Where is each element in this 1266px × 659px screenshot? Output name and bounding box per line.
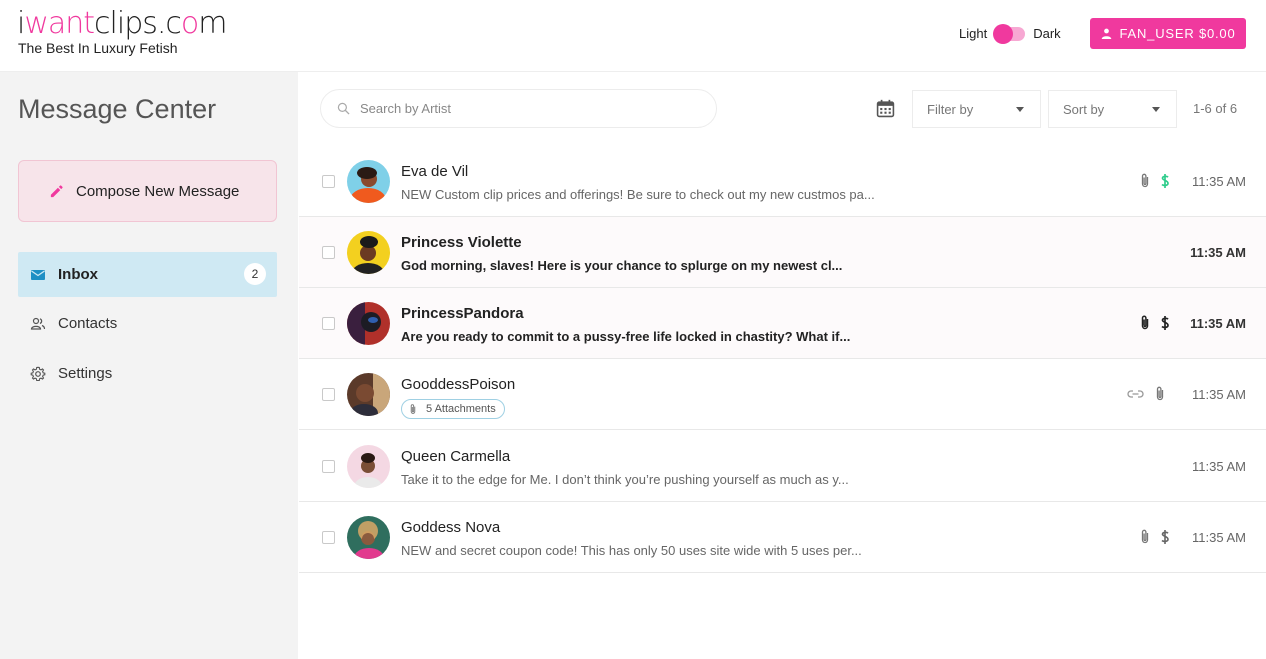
avatar [347, 302, 390, 345]
search-bar [320, 89, 717, 128]
theme-toggle: Light Dark [959, 23, 1061, 44]
row-checkbox[interactable] [322, 388, 335, 401]
dollar-icon [1161, 316, 1169, 330]
paperclip-icon [1141, 529, 1149, 544]
paperclip-icon [1156, 386, 1164, 401]
message-time: 11:35 AM [1192, 530, 1246, 545]
message-time: 11:35 AM [1190, 316, 1246, 331]
row-checkbox[interactable] [322, 460, 335, 473]
message-row[interactable]: Eva de Vil NEW Custom clip prices and of… [299, 146, 1266, 217]
filter-dropdown[interactable]: Filter by [912, 90, 1041, 128]
avatar [347, 445, 390, 488]
message-sender: Eva de Vil [401, 163, 469, 180]
message-row[interactable]: PrincessPandora Are you ready to commit … [299, 288, 1266, 359]
contacts-label: Contacts [58, 315, 118, 332]
avatar [347, 160, 390, 203]
theme-dark-label: Dark [1033, 26, 1061, 41]
compose-label: Compose New Message [76, 182, 240, 200]
calendar-icon[interactable] [876, 99, 895, 118]
attachments-chip[interactable]: 5 Attachments [401, 399, 505, 419]
row-checkbox[interactable] [322, 531, 335, 544]
theme-light-label: Light [959, 26, 988, 41]
message-time: 11:35 AM [1190, 245, 1246, 260]
sidebar-item-settings[interactable]: Settings [18, 351, 277, 396]
message-sender: PrincessPandora [401, 305, 524, 322]
settings-label: Settings [58, 365, 113, 382]
mail-icon [31, 269, 45, 280]
user-icon [1101, 28, 1111, 39]
paperclip-icon [1141, 315, 1149, 330]
theme-switch[interactable] [993, 23, 1026, 44]
user-account-button[interactable]: FAN_USER $0.00 [1090, 18, 1246, 49]
row-checkbox[interactable] [322, 246, 335, 259]
logo-want: want [24, 6, 95, 41]
avatar [347, 231, 390, 274]
avatar [347, 373, 390, 416]
pencil-icon [50, 184, 63, 197]
pagination-range: 1-6 of 6 [1193, 101, 1238, 116]
logo-letter-m: m [198, 6, 227, 41]
theme-switch-knob[interactable] [993, 23, 1014, 44]
dollar-icon [1161, 530, 1169, 544]
row-checkbox[interactable] [322, 175, 335, 188]
message-preview: NEW and secret coupon code! This has onl… [401, 543, 862, 558]
message-sender: GooddessPoison [401, 376, 516, 393]
message-sender: Princess Violette [401, 234, 522, 251]
message-row[interactable]: GooddessPoison 5 Attachments 11:35 AM [299, 359, 1266, 430]
dollar-icon [1161, 174, 1169, 188]
avatar [347, 516, 390, 559]
search-icon [337, 102, 350, 115]
site-tagline: The Best In Luxury Fetish [18, 40, 178, 56]
attachments-count: 5 Attachments [426, 403, 496, 415]
chevron-down-icon [1152, 107, 1160, 112]
row-checkbox[interactable] [322, 317, 335, 330]
search-input[interactable] [360, 101, 690, 116]
paperclip-icon [410, 403, 416, 414]
top-header: iwantclips.com The Best In Luxury Fetish… [0, 0, 1266, 72]
gear-icon [30, 366, 46, 381]
user-account-label: FAN_USER $0.00 [1119, 26, 1236, 41]
sidebar-item-contacts[interactable]: Contacts [18, 301, 277, 346]
inbox-count-badge: 2 [244, 263, 266, 285]
message-sender: Queen Carmella [401, 448, 511, 465]
page-title: Message Center [18, 94, 217, 124]
filter-label: Filter by [927, 101, 974, 117]
message-time: 11:35 AM [1192, 387, 1246, 402]
message-preview: Take it to the edge for Me. I don’t thin… [401, 472, 849, 487]
inbox-label: Inbox [58, 266, 98, 283]
sidebar-item-inbox[interactable]: Inbox 2 [18, 252, 277, 297]
message-time: 11:35 AM [1192, 459, 1246, 474]
site-logo[interactable]: iwantclips.com [17, 6, 228, 41]
message-sender: Goddess Nova [401, 519, 501, 536]
sort-dropdown[interactable]: Sort by [1048, 90, 1177, 128]
compose-button[interactable]: Compose New Message [18, 160, 277, 222]
message-preview: Are you ready to commit to a pussy-free … [401, 329, 851, 344]
message-preview: NEW Custom clip prices and offerings! Be… [401, 187, 875, 202]
sort-label: Sort by [1063, 101, 1105, 117]
message-row[interactable]: Queen Carmella Take it to the edge for M… [299, 431, 1266, 502]
chevron-down-icon [1016, 107, 1024, 112]
link-icon [1127, 390, 1144, 398]
message-row[interactable]: Princess Violette God morning, slaves! H… [299, 217, 1266, 288]
logo-letter-o: o [180, 6, 199, 41]
paperclip-icon [1141, 173, 1149, 188]
sidebar: Message Center Compose New Message Inbox… [0, 72, 298, 659]
logo-clips: clips.c [94, 6, 182, 41]
message-time: 11:35 AM [1192, 174, 1246, 189]
contacts-icon [30, 317, 46, 330]
message-row[interactable]: Goddess Nova NEW and secret coupon code!… [299, 502, 1266, 573]
message-preview: God morning, slaves! Here is your chance… [401, 258, 843, 273]
